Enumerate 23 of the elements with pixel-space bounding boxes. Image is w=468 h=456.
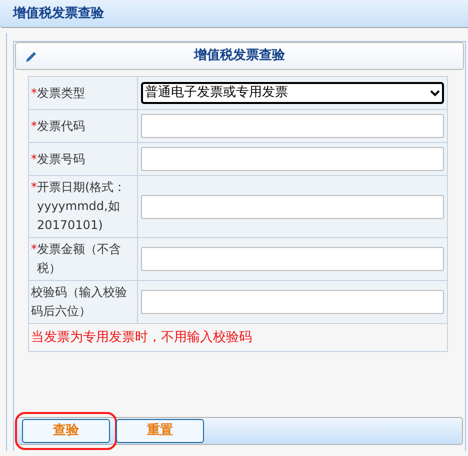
required-mark: * [31,150,37,168]
required-mark: * [31,118,37,134]
window-title: 增值税发票查验 [13,4,104,23]
field-label: 开票日期(格式：yyyymmdd,如20170101) [37,179,127,234]
text-field[interactable] [141,290,444,314]
required-mark: * [31,241,37,258]
required-mark: * [31,179,37,196]
text-field[interactable] [141,114,444,138]
panel-title: 增值税发票查验 [194,47,285,66]
field-label: 发票代码 [37,118,86,134]
field-label: 发票类型 [37,84,86,102]
field-label: 发票金额（不含税） [37,241,122,277]
note-text: 当发票为专用发票时，不用输入校验码 [31,330,252,345]
text-field[interactable] [141,147,444,171]
invoice-type-select[interactable]: 普通电子发票或专用发票 [141,82,444,104]
required-mark: * [31,84,37,102]
field-label: 校验码（输入校验码后六位） [31,284,128,320]
reset-button[interactable]: 重置 [116,419,204,443]
pencil-icon [24,50,38,64]
text-field[interactable] [141,194,444,218]
text-field[interactable] [141,247,444,271]
field-label: 发票号码 [37,150,86,168]
chevron-icon [430,89,440,97]
